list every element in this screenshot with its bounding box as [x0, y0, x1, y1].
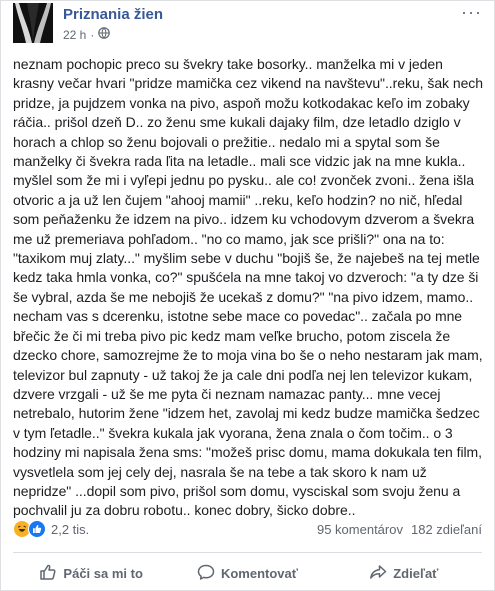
post-body: neznam pochopic preco su švekry take bos…: [13, 55, 487, 521]
separator: ·: [90, 28, 95, 42]
share-label: Zdieľať: [393, 565, 439, 581]
thumbs-up-icon: [39, 563, 57, 584]
post-body-line: krasny večar hvari "pridze mamička cez v…: [13, 75, 483, 92]
post-body-line: televizor bul zapnuty - už takoj že ja c…: [13, 366, 473, 383]
post-body-line: ráčia.. prišol dzeň D.. zo ženu sme kuka…: [13, 114, 461, 131]
engagement-stats: 95 komentárov 182 zdieľaní: [317, 522, 482, 537]
comment-button[interactable]: Komentovať: [169, 558, 325, 588]
post-body-line: necham vas s dcerenku, istotne sebe mace…: [13, 308, 463, 325]
post-body-line: manželky či švekra rada ľita na letadle.…: [13, 153, 466, 170]
post-body-line: dzvere vrzgali - už še me pyta či neznam…: [13, 385, 441, 402]
post-body-line: netrebalo, hutorim žene "idzem het, zavo…: [13, 405, 480, 422]
page-avatar[interactable]: [13, 3, 53, 43]
reaction-count[interactable]: 2,2 tis.: [51, 522, 89, 537]
post-body-line: še vybral, azda še me nebojiš že ucekaš …: [13, 288, 474, 305]
like-icon: [28, 520, 46, 538]
post-body-line: neznam pochopic preco su švekry take bos…: [13, 56, 443, 72]
reaction-bar: 2,2 tis. 95 komentárov 182 zdieľaní: [13, 519, 482, 539]
post-subline: 22 h ·: [63, 27, 163, 43]
post-card: Priznania žien 22 h · ··· neznam pochopi…: [0, 0, 495, 591]
share-button[interactable]: Zdieľať: [326, 558, 482, 588]
post-body-line: otvoric a ja už len čujem "ahooj mamii" …: [13, 191, 463, 208]
share-arrow-icon: [369, 563, 387, 584]
like-button[interactable]: Páči sa mi to: [13, 558, 169, 588]
post-body-line: myšlel som že mi i vyľepi jednu po pysku…: [13, 172, 474, 189]
post-body-line: "taxikom muj zlaty..." myšlim sebe v duc…: [13, 250, 480, 267]
post-body-line: som peňaženku že idzem na pivo.. idzem k…: [13, 211, 475, 228]
post-body-line: dzecko chore, samozrejme že to moja vina…: [13, 347, 483, 364]
post-body-line: hodziny mi napisala žena sms: "možeš pri…: [13, 444, 483, 461]
comment-label: Komentovať: [220, 565, 298, 581]
post-time[interactable]: 22 h: [63, 27, 86, 43]
post-body-line: me už premeriava pohľadom.. "no co mamo,…: [13, 230, 445, 247]
like-label: Páči sa mi to: [63, 565, 143, 581]
share-count[interactable]: 182 zdieľaní: [411, 522, 482, 537]
reaction-icons[interactable]: [13, 520, 46, 538]
post-body-line: břečic že či mi treba pivo pic kedz mam …: [13, 327, 451, 344]
globe-icon: [98, 27, 111, 43]
post-meta: Priznania žien 22 h ·: [63, 3, 163, 43]
page-name[interactable]: Priznania žien: [63, 6, 163, 24]
post-body-line: pridze, ja pujdzem vonka na pivo, aspoň …: [13, 94, 470, 111]
post-body-line: horach a chlop so ženu bojovali o prežit…: [13, 133, 440, 150]
comment-icon: [197, 563, 215, 584]
post-body-line: nepridze" ...dopil som pivo, prišol som …: [13, 482, 461, 499]
post-header: Priznania žien 22 h · ···: [13, 3, 482, 47]
post-body-line: pochvalil ju za dobru robotu.. konec dob…: [13, 502, 356, 519]
action-bar: Páči sa mi to Komentovať Zdieľať: [13, 558, 482, 588]
post-body-line: kedz taka hmla vonka, co?" spušćela na m…: [13, 269, 479, 286]
comment-count[interactable]: 95 komentárov: [317, 522, 403, 537]
divider: [13, 552, 482, 553]
more-options-icon[interactable]: ···: [461, 3, 482, 21]
post-body-line: v tym ľetadle.." švekra kukala jak vyora…: [13, 424, 453, 441]
post-body-line: vysvetlela som jej cely dej, nasrala še …: [13, 463, 427, 480]
